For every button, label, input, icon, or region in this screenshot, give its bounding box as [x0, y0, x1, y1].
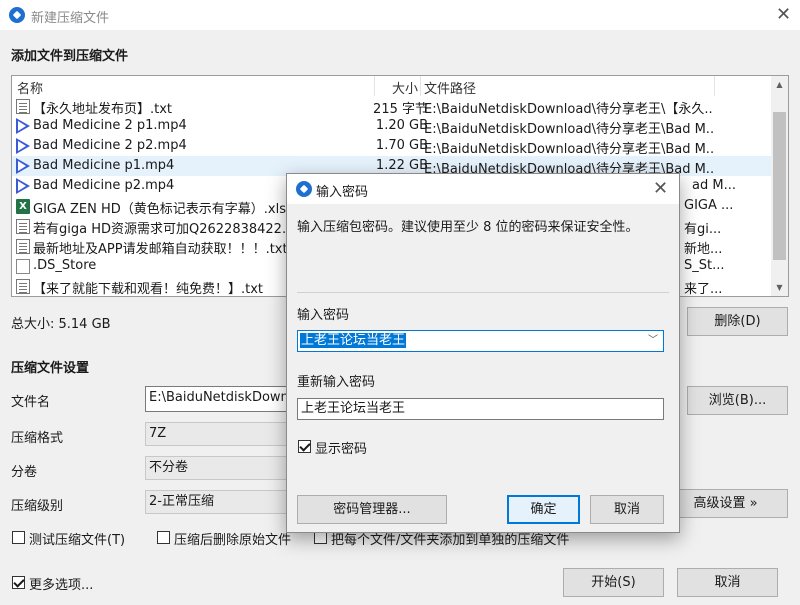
password-manager-button[interactable]: 密码管理器... — [297, 495, 447, 524]
file-name: .DS_Store — [33, 258, 97, 273]
password-label: 输入密码 — [297, 308, 350, 323]
format-select[interactable]: 7Z — [145, 422, 295, 446]
file-name: 若有giga HD资源需求可加Q2622838422.txt — [33, 222, 304, 237]
chevron-down-icon[interactable]: ﹀ — [648, 331, 658, 351]
dialog-title-bar: 输入密码 ✕ — [287, 174, 679, 204]
file-row[interactable]: Bad Medicine 2 p1.mp4 1.20 GB E:\BaiduNe… — [12, 116, 772, 137]
excel-file-icon — [16, 199, 30, 214]
app-logo-icon — [9, 7, 25, 23]
text-file-icon — [16, 99, 30, 114]
dialog-description: 输入压缩包密码。建议使用至少 8 位的密码来保证安全性。 — [297, 220, 639, 235]
test-archive-checkbox[interactable] — [12, 531, 25, 544]
file-name: Bad Medicine 2 p2.mp4 — [33, 138, 187, 153]
title-bar: 新建压缩文件 ✕ — [0, 0, 800, 30]
show-password-label: 显示密码 — [315, 442, 368, 457]
file-size: 1.70 GB — [375, 138, 428, 153]
level-label: 压缩级别 — [11, 499, 64, 514]
file-row[interactable]: 【永久地址发布页】.txt 215 字节 E:\BaiduNetdiskDown… — [12, 96, 772, 117]
file-size: 215 字节 — [373, 102, 428, 117]
level-select[interactable]: 2-正常压缩 — [145, 490, 295, 514]
delete-button[interactable]: 删除(D) — [687, 307, 788, 336]
video-file-icon — [16, 158, 30, 174]
video-file-icon — [16, 178, 30, 194]
file-list-header: 名称 大小 文件路径 — [12, 76, 772, 97]
file-name: 最新地址及APP请发邮箱自动获取！！！.txt — [33, 242, 288, 257]
text-file-icon — [16, 239, 30, 254]
file-name: Bad Medicine p2.mp4 — [33, 178, 175, 193]
file-size: 1.22 GB — [375, 158, 428, 173]
advanced-settings-button[interactable]: 高级设置 » — [663, 489, 788, 518]
more-options-checkbox[interactable] — [12, 576, 25, 589]
file-path: E:\BaiduNetdiskDownload\待分享老王\Bad M... — [424, 142, 714, 157]
file-path: E:\BaiduNetdiskDownload\待分享老王\Bad M... — [424, 122, 714, 137]
file-name: 【来了就能下载和观看！纯免费！】.txt — [33, 282, 264, 297]
password-dialog: 输入密码 ✕ 输入压缩包密码。建议使用至少 8 位的密码来保证安全性。 输入密码… — [286, 173, 680, 533]
file-name: 【永久地址发布页】.txt — [33, 102, 173, 117]
file-size: 1.20 GB — [375, 118, 428, 133]
show-password-checkbox[interactable] — [298, 440, 311, 453]
dialog-cancel-button[interactable]: 取消 — [590, 495, 664, 524]
scroll-thumb[interactable] — [773, 112, 786, 260]
password-input[interactable]: 上老王论坛当老王 ﹀ — [297, 330, 664, 352]
test-archive-label: 测试压缩文件(T) — [29, 533, 126, 548]
dialog-title: 输入密码 — [316, 185, 369, 200]
divider — [297, 292, 669, 293]
start-button[interactable]: 开始(S) — [563, 568, 664, 597]
password-text: 上老王论坛当老王 — [300, 333, 407, 348]
close-icon[interactable]: ✕ — [776, 6, 791, 24]
delete-after-label: 压缩后删除原始文件 — [174, 533, 292, 548]
video-file-icon — [16, 138, 30, 154]
format-label: 压缩格式 — [11, 431, 64, 446]
file-row[interactable]: Bad Medicine 2 p2.mp4 1.70 GB E:\BaiduNe… — [12, 136, 772, 157]
add-files-heading: 添加文件到压缩文件 — [11, 49, 129, 64]
volume-label: 分卷 — [11, 465, 38, 480]
window-title: 新建压缩文件 — [31, 11, 110, 26]
blank-file-icon — [16, 259, 30, 274]
volume-select[interactable]: 不分卷 — [145, 456, 295, 480]
column-header-name[interactable]: 名称 — [17, 78, 43, 97]
more-options-label: 更多选项... — [29, 578, 94, 593]
cancel-button[interactable]: 取消 — [677, 568, 778, 597]
column-header-path[interactable]: 文件路径 — [424, 78, 476, 97]
settings-heading: 压缩文件设置 — [11, 361, 90, 376]
ok-button[interactable]: 确定 — [507, 495, 580, 524]
file-path: E:\BaiduNetdiskDownload\待分享老王\【永久... — [424, 102, 714, 117]
app-logo-icon — [296, 181, 312, 197]
delete-after-checkbox[interactable] — [157, 531, 170, 544]
file-name: GIGA ZEN HD（黄色标记表示有字幕）.xlsx — [33, 202, 294, 217]
text-file-icon — [16, 219, 30, 234]
file-name: Bad Medicine 2 p1.mp4 — [33, 118, 187, 133]
reenter-password-label: 重新输入密码 — [297, 375, 376, 390]
file-name: Bad Medicine p1.mp4 — [33, 158, 175, 173]
video-file-icon — [16, 118, 30, 134]
scroll-down-icon[interactable]: ▼ — [771, 279, 788, 296]
filename-label: 文件名 — [11, 395, 51, 410]
column-header-size[interactable]: 大小 — [392, 78, 418, 97]
browse-button[interactable]: 浏览(B)... — [687, 386, 788, 415]
filename-input[interactable]: E:\BaiduNetdiskDownlo — [145, 386, 295, 412]
close-icon[interactable]: ✕ — [653, 180, 668, 198]
vertical-scrollbar[interactable]: ▲ ▼ — [771, 76, 788, 296]
text-file-icon — [16, 279, 30, 294]
scroll-up-icon[interactable]: ▲ — [771, 76, 788, 93]
reenter-password-input[interactable]: 上老王论坛当老王 — [297, 398, 664, 420]
total-size: 总大小: 5.14 GB — [11, 317, 111, 332]
